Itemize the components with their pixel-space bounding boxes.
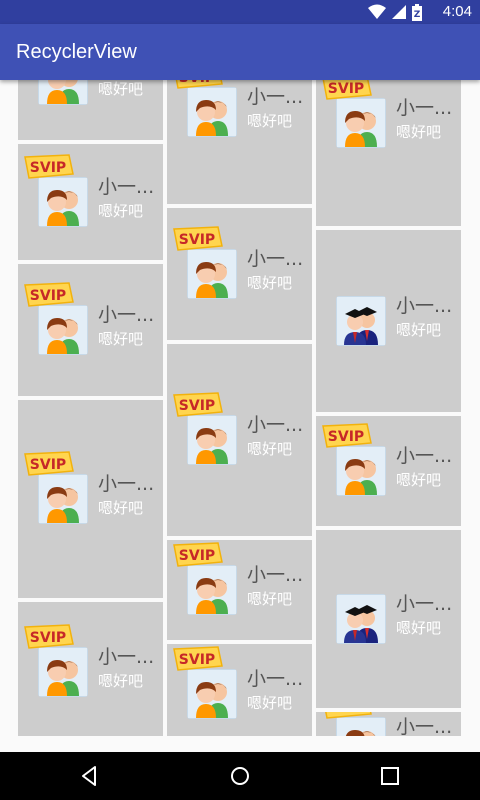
svip-badge: SVIP (24, 154, 74, 179)
app-title: RecyclerView (16, 41, 137, 63)
list-item[interactable]: SVIP 小一... 嗯好吧 (167, 80, 312, 204)
svg-text:SVIP: SVIP (179, 652, 215, 668)
couple-icon (38, 177, 88, 227)
item-name: 小一... (98, 304, 155, 326)
list-item[interactable]: SVIP 小一... 嗯好吧 (167, 208, 312, 340)
graduates-icon (336, 594, 386, 644)
status-bar: Z 4:04 (0, 0, 480, 24)
graduates-icon (336, 296, 386, 346)
item-name: 小一... (396, 295, 453, 317)
svip-badge: SVIP (322, 423, 372, 448)
wifi-icon (368, 4, 386, 19)
couple-icon (38, 80, 88, 105)
item-name: 小一... (396, 445, 453, 467)
svg-text:SVIP: SVIP (328, 81, 364, 97)
item-message: 嗯好吧 (396, 471, 442, 489)
svip-badge: SVIP (173, 542, 223, 567)
couple-icon (187, 565, 237, 615)
item-name: 小一... (247, 86, 304, 108)
recycler-list[interactable]: SVIP 小一... 嗯好吧 SVIP 小一... 嗯好吧 SVIP 小一... 嗯好吧 S… (0, 80, 480, 736)
item-message: 嗯好吧 (98, 672, 144, 690)
item-name: 小一... (247, 414, 304, 436)
svip-badge: SVIP (24, 282, 74, 307)
svg-text:SVIP: SVIP (30, 288, 66, 304)
recents-button[interactable] (378, 764, 402, 788)
svg-text:SVIP: SVIP (328, 429, 364, 445)
item-message: 嗯好吧 (247, 274, 293, 292)
list-item[interactable]: 小一... 嗯好吧 (316, 530, 461, 708)
item-name: 小一... (98, 646, 155, 668)
item-message: 嗯好吧 (98, 80, 144, 98)
couple-icon (38, 305, 88, 355)
svg-text:SVIP: SVIP (328, 712, 364, 716)
svip-badge: SVIP (175, 80, 223, 89)
item-message: 嗯好吧 (247, 112, 293, 130)
list-item[interactable]: SVIP 小一... 嗯好吧 (167, 540, 312, 640)
item-message: 嗯好吧 (396, 619, 442, 637)
svg-text:SVIP: SVIP (30, 457, 66, 473)
list-item[interactable]: SVIP 小一... 嗯好吧 (18, 400, 163, 598)
list-item[interactable]: 小一... 嗯好吧 (316, 230, 461, 412)
signal-icon (392, 5, 406, 19)
svip-badge: SVIP (24, 624, 74, 649)
item-name: 小一... (98, 176, 155, 198)
app-bar: RecyclerView (0, 24, 480, 80)
item-message: 嗯好吧 (247, 694, 293, 712)
couple-icon (187, 669, 237, 719)
item-message: 嗯好吧 (396, 123, 442, 141)
item-name: 小一... (247, 668, 304, 690)
list-item[interactable]: SVIP 小一... 嗯好吧 (18, 602, 163, 736)
couple-icon (336, 98, 386, 148)
couple-icon (38, 647, 88, 697)
item-message: 嗯好吧 (247, 590, 293, 608)
couple-icon (187, 249, 237, 299)
back-button[interactable] (78, 764, 102, 788)
list-item[interactable]: SVIP 小一... 嗯好吧 (18, 144, 163, 260)
svg-text:SVIP: SVIP (30, 630, 66, 646)
svip-badge: SVIP (173, 392, 223, 417)
list-item[interactable]: SVIP 小一... 嗯好吧 (316, 80, 461, 226)
item-name: 小一... (396, 97, 453, 119)
item-message: 嗯好吧 (396, 321, 442, 339)
list-item[interactable]: SVIP 小一... 嗯好吧 (167, 344, 312, 536)
list-item[interactable]: SVIP 小一... 嗯好吧 (167, 644, 312, 736)
item-message: 嗯好吧 (98, 499, 144, 517)
list-item[interactable]: SVIP小一...嗯好吧 (18, 80, 163, 140)
svip-badge: SVIP (325, 712, 372, 719)
svg-text:SVIP: SVIP (179, 80, 215, 86)
svip-badge: SVIP (173, 226, 223, 251)
couple-icon (187, 415, 237, 465)
item-message: 嗯好吧 (98, 202, 144, 220)
item-name: 小一... (247, 248, 304, 270)
list-item[interactable]: SVIP小一...嗯好吧 (316, 712, 461, 736)
item-name: 小一... (396, 716, 453, 736)
svip-badge: SVIP (322, 80, 372, 100)
status-time: 4:04 (442, 3, 472, 20)
svg-text:SVIP: SVIP (30, 160, 66, 176)
list-item[interactable]: SVIP 小一... 嗯好吧 (18, 264, 163, 396)
svg-text:SVIP: SVIP (179, 232, 215, 248)
couple-icon (38, 474, 88, 524)
couple-icon (187, 87, 237, 137)
item-message: 嗯好吧 (247, 440, 293, 458)
navigation-bar (0, 752, 480, 800)
home-button[interactable] (228, 764, 252, 788)
item-name: 小一... (247, 564, 304, 586)
battery-label: Z (414, 10, 421, 20)
status-icons: Z (368, 3, 422, 21)
item-name: 小一... (396, 593, 453, 615)
svg-text:SVIP: SVIP (179, 398, 215, 414)
item-name: 小一... (98, 473, 155, 495)
list-item[interactable]: SVIP 小一... 嗯好吧 (316, 416, 461, 526)
battery-icon: Z (412, 3, 422, 21)
item-message: 嗯好吧 (98, 330, 144, 348)
couple-icon (336, 446, 386, 496)
svip-badge: SVIP (24, 451, 74, 476)
svip-badge: SVIP (173, 646, 223, 671)
svg-text:SVIP: SVIP (179, 548, 215, 564)
